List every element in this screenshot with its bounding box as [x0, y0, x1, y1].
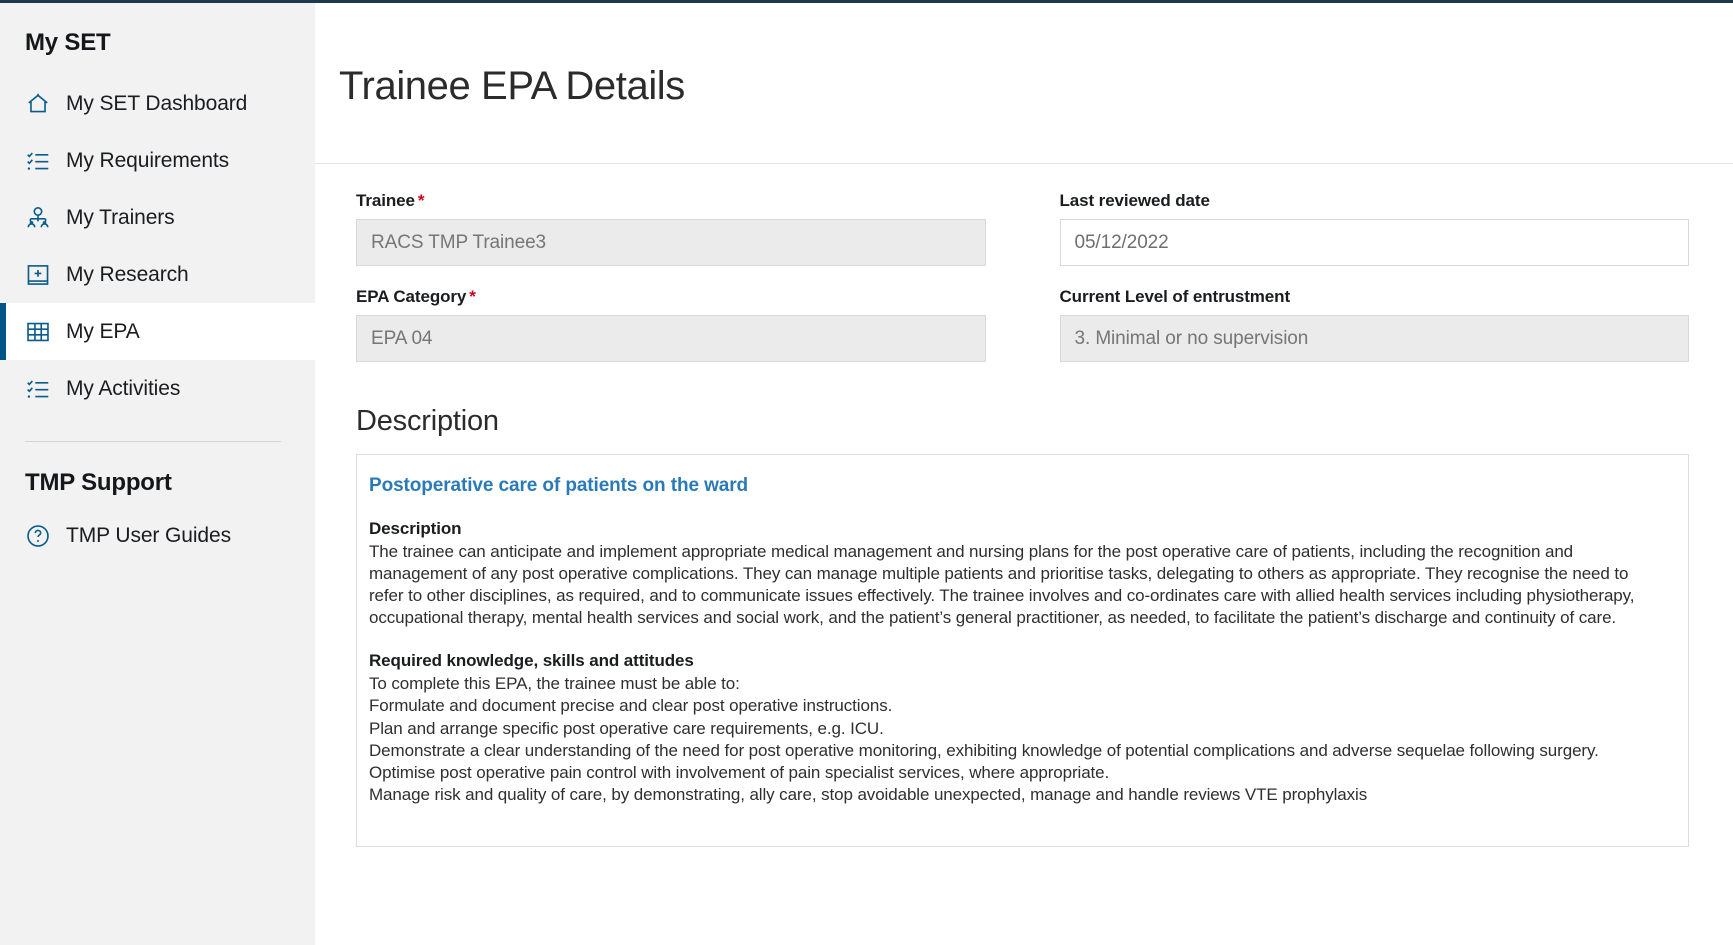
description-card: Postoperative care of patients on the wa…: [356, 454, 1689, 847]
main-content: Trainee EPA Details Trainee * RACS TMP Tr…: [315, 3, 1733, 945]
trainee-input[interactable]: RACS TMP Trainee3: [356, 219, 986, 266]
field-label: Current Level of entrustment: [1060, 287, 1690, 307]
last-reviewed-date-input[interactable]: 05/12/2022: [1059, 219, 1689, 266]
description-block-heading: Description: [369, 519, 462, 538]
field-label: Trainee *: [356, 191, 986, 211]
required-indicator: *: [417, 191, 425, 210]
page-title: Trainee EPA Details: [339, 64, 685, 108]
sidebar-item-my-research[interactable]: My Research: [0, 246, 315, 303]
description-line: Manage risk and quality of care, by demo…: [369, 784, 1368, 804]
field-label-text: Current Level of entrustment: [1059, 287, 1291, 306]
field-label: EPA Category *: [356, 287, 986, 307]
description-block-text: The trainee can anticipate and implement…: [369, 542, 1635, 628]
field-label-text: EPA Category: [356, 287, 467, 306]
description-line: Formulate and document precise and clear…: [369, 696, 893, 716]
sidebar-item-my-trainers[interactable]: My Trainers: [0, 189, 315, 246]
description-card-title: Postoperative care of patients on the wa…: [369, 475, 749, 496]
sidebar-item-my-activities[interactable]: My Activities: [0, 360, 315, 417]
sidebar-item-my-set-dashboard[interactable]: My SET Dashboard: [0, 75, 315, 132]
description-line: Plan and arrange specific post operative…: [369, 718, 884, 738]
description-block-heading: Required knowledge, skills and attitudes: [369, 651, 694, 671]
sidebar-item-tmp-user-guides[interactable]: TMP User Guides: [0, 507, 315, 564]
home-icon: [25, 91, 51, 117]
sidebar-item-label: My Activities: [66, 376, 181, 400]
field-label: Last reviewed date: [1060, 191, 1690, 211]
sidebar-item-label: My EPA: [66, 319, 140, 343]
form-column-left: Trainee * RACS TMP Trainee3 EPA Category *…: [356, 191, 986, 383]
description-block: Description The trainee can anticipate a…: [369, 519, 1664, 629]
field-value: RACS TMP Trainee3: [371, 231, 547, 253]
form-grid: Trainee * RACS TMP Trainee3 EPA Category *…: [356, 164, 1689, 383]
sidebar-section-title-tmp-support: TMP Support: [25, 469, 172, 496]
description-line: Demonstrate a clear understanding of the…: [369, 740, 1599, 760]
form-column-right: Last reviewed date 05/12/2022 Current Le…: [1059, 191, 1690, 383]
field-label-text: Last reviewed date: [1059, 191, 1210, 210]
sidebar-item-my-requirements[interactable]: My Requirements: [0, 132, 315, 189]
description-line: To complete this EPA, the trainee must b…: [369, 674, 740, 694]
field-label-text: Trainee: [356, 191, 415, 210]
field-trainee: Trainee * RACS TMP Trainee3: [356, 191, 986, 266]
checklist-icon: [25, 376, 51, 402]
current-level-of-entrustment-input[interactable]: 3. Minimal or no supervision: [1059, 315, 1689, 362]
sidebar-item-my-epa[interactable]: My EPA: [0, 303, 315, 360]
sidebar-item-label: TMP User Guides: [66, 523, 231, 547]
description-block: Required knowledge, skills and attitudes…: [369, 651, 1664, 806]
table-icon: [25, 319, 51, 345]
sidebar: My SET My SET Dashboard My Requirements: [0, 3, 315, 945]
question-circle-icon: [25, 523, 51, 549]
epa-category-input[interactable]: EPA 04: [356, 315, 986, 362]
book-plus-icon: [25, 262, 51, 288]
sidebar-section-title-my-set: My SET: [25, 29, 111, 56]
field-last-reviewed-date: Last reviewed date 05/12/2022: [1059, 191, 1690, 266]
description-line: Optimise post operative pain control wit…: [369, 762, 1110, 782]
people-icon: [25, 205, 51, 231]
sidebar-item-label: My SET Dashboard: [66, 91, 248, 115]
field-value: 3. Minimal or no supervision: [1074, 327, 1309, 349]
description-section-heading: Description: [356, 405, 499, 437]
field-value: EPA 04: [371, 327, 433, 349]
required-indicator: *: [469, 287, 476, 306]
checklist-icon: [25, 148, 51, 174]
app-window: My SET My SET Dashboard My Requirements: [0, 0, 1733, 945]
sidebar-divider: [25, 441, 281, 442]
page-header: Trainee EPA Details: [315, 3, 1733, 163]
field-value: 05/12/2022: [1074, 231, 1169, 253]
sidebar-item-label: My Research: [66, 262, 189, 286]
field-current-level-of-entrustment: Current Level of entrustment 3. Minimal …: [1059, 287, 1690, 362]
sidebar-item-label: My Requirements: [66, 148, 230, 172]
sidebar-item-label: My Trainers: [66, 205, 175, 229]
field-epa-category: EPA Category * EPA 04: [356, 287, 986, 362]
content-panel: Trainee * RACS TMP Trainee3 EPA Category *…: [315, 163, 1733, 945]
